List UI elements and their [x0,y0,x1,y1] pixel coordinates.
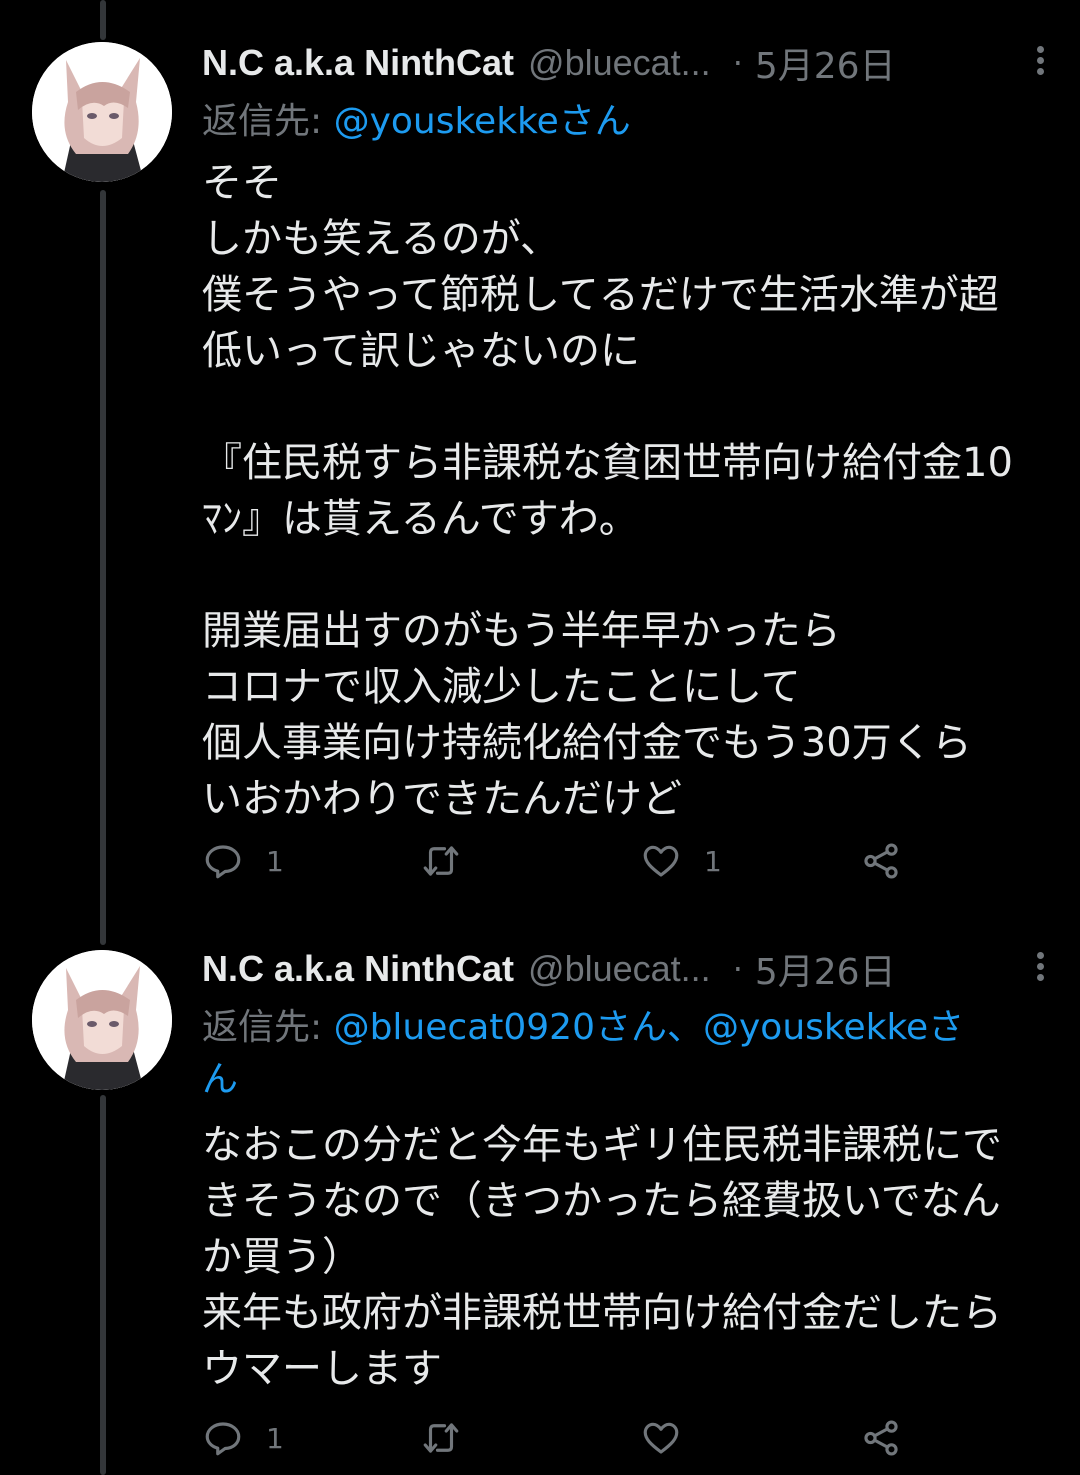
separator-dot: · [732,950,743,988]
tweet-date[interactable]: 5月26日 [755,37,896,89]
more-options-icon[interactable] [1030,948,1050,988]
reply-count: 1 [266,844,284,878]
tweet-text: そそ しかも笑えるのが、 僕そうやって節税してるだけで生活水準が超 低いって訳じ… [202,155,1047,827]
tweet-header: N.C a.k.a NinthCat @bluecat... · 5月26日 [202,38,1050,88]
reply-button[interactable]: 1 [202,840,284,882]
tweet-actions: 1 1 [202,840,922,890]
avatar-image [32,42,172,182]
avatar[interactable] [32,42,172,182]
tweet-text-line [202,547,1047,603]
like-button[interactable]: 1 [640,840,722,882]
avatar[interactable] [32,950,172,1090]
tweet-text-line [202,379,1047,435]
tweet-text-line: 個人事業向け持続化給付金でもう30万くら [202,720,972,766]
retweet-button[interactable] [420,840,484,882]
heart-icon [643,1422,679,1454]
tweet-text-line: 低いって訳じゃないのに [202,328,640,374]
avatar-image [32,950,172,1090]
tweet-header: N.C a.k.a NinthCat @bluecat... · 5月26日 [202,944,1050,994]
tweet-text: なおこの分だと今年もギリ住民税非課税にで きそうなので（きつかったら経費扱いでな… [202,1117,1047,1397]
tweet[interactable]: N.C a.k.a NinthCat @bluecat... · 5月26日 返… [0,0,1080,930]
tweet-text-line: きそうなので（きつかったら経費扱いでなん [202,1178,1001,1224]
reply-icon [205,1422,241,1456]
tweet-text-line: そそ [202,160,282,206]
reply-to-prefix: 返信先: [202,101,334,142]
author-name[interactable]: N.C a.k.a NinthCat [202,42,514,84]
reply-button[interactable]: 1 [202,1417,284,1459]
tweet-text-line: 僕そうやって節税してるだけで生活水準が超 [202,272,999,318]
tweet-text-line: ﾏﾝ』は貰えるんですわ。 [202,496,639,542]
share-button[interactable] [860,1417,902,1459]
reply-to: 返信先: @bluecat0920さん、@youskekkeさん [202,1002,1042,1106]
share-icon [864,843,898,879]
tweet-date[interactable]: 5月26日 [755,943,896,995]
tweet-text-line: ウマーします [202,1346,442,1392]
reply-to: 返信先: @youskekkeさん [202,96,1042,148]
share-icon [864,1420,898,1456]
tweet-text-line: か買う） [202,1234,362,1280]
tweet-text-line: なおこの分だと今年もギリ住民税非課税にで [202,1122,1002,1168]
tweet-text-line: 開業届出すのがもう半年早かったら [202,608,841,654]
reply-to-mention[interactable]: ん [202,1059,238,1100]
heart-icon [643,845,679,877]
retweet-button[interactable] [420,1417,484,1459]
tweet-text-line: コロナで収入減少したことにして [202,664,801,710]
tweet-text-line: しかも笑えるのが、 [202,216,560,262]
separator-dot: · [732,44,743,82]
reply-to-prefix: 返信先: [202,1007,334,1048]
author-handle[interactable]: @bluecat... [528,42,711,84]
author-name[interactable]: N.C a.k.a NinthCat [202,948,514,990]
reply-to-mention[interactable]: @bluecat0920さん、@youskekkeさ [334,1007,965,1048]
tweet-text-line: いおかわりできたんだけど [202,776,682,822]
reply-to-mention[interactable]: @youskekkeさん [334,101,631,142]
reply-icon [205,845,241,879]
tweet-actions: 1 [202,1417,922,1467]
more-options-icon[interactable] [1030,42,1050,82]
tweet-text-line: 『住民税すら非課税な貧困世帯向け給付金10 [202,440,1013,486]
retweet-icon [423,1423,459,1453]
like-button[interactable] [640,1417,704,1459]
like-count: 1 [704,844,722,878]
tweet-text-line: 来年も政府が非課税世帯向け給付金だしたら [202,1290,1002,1336]
retweet-icon [423,846,459,876]
share-button[interactable] [860,840,902,882]
tweet[interactable]: N.C a.k.a NinthCat @bluecat... · 5月26日 返… [0,930,1080,1475]
reply-count: 1 [266,1421,284,1455]
author-handle[interactable]: @bluecat... [528,948,711,990]
